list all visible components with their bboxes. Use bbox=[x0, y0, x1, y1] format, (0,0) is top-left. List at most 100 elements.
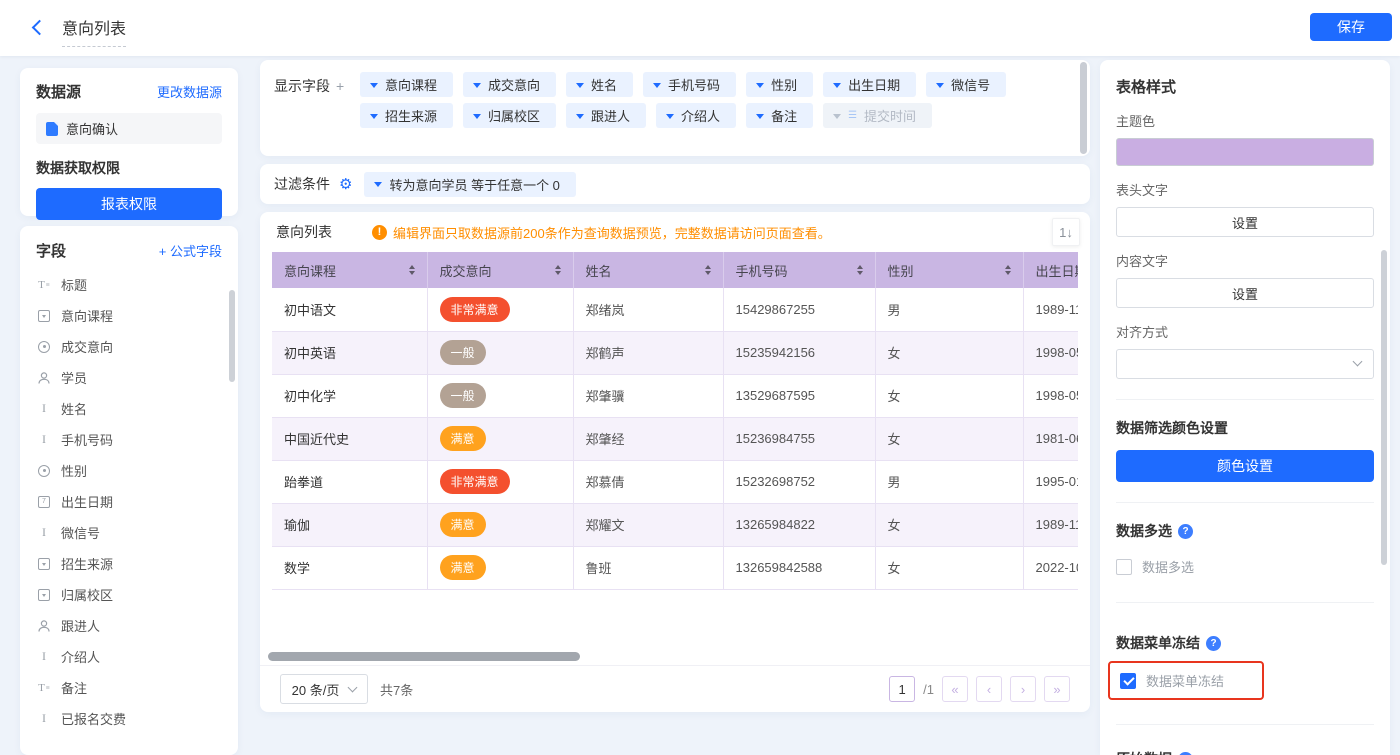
formula-field-link[interactable]: + 公式字段 bbox=[159, 241, 222, 260]
chevron-down-icon bbox=[576, 114, 584, 123]
report-permission-button[interactable]: 报表权限 bbox=[36, 188, 222, 220]
column-header[interactable]: 出生日期 bbox=[1023, 252, 1078, 288]
filter-condition-tag[interactable]: 转为意向学员 等于任意一个 0 bbox=[364, 172, 575, 197]
table-style-panel: 表格样式 主题色 表头文字 设置 内容文字 设置 对齐方式 数据筛选颜色设置 颜… bbox=[1100, 60, 1390, 755]
field-item[interactable]: I已报名交费 bbox=[20, 703, 238, 734]
field-tag[interactable]: 出生日期 bbox=[823, 72, 916, 97]
field-tag[interactable]: 介绍人 bbox=[656, 103, 736, 128]
highlight-red-box: 数据菜单冻结 bbox=[1108, 661, 1264, 700]
select-field-icon bbox=[38, 589, 50, 601]
field-tag[interactable]: 成交意向 bbox=[463, 72, 556, 97]
chevron-down-icon bbox=[473, 83, 481, 92]
menu-freeze-title: 数据菜单冻结 bbox=[1116, 633, 1200, 653]
data-table: 意向课程 成交意向 姓名 手机号码 性别 出生日期 初中语文 非常满意 郑绪岚1… bbox=[272, 252, 1078, 590]
display-fields-label: 显示字段+ bbox=[274, 72, 360, 144]
field-tag[interactable]: 微信号 bbox=[926, 72, 1006, 97]
back-icon[interactable] bbox=[32, 20, 48, 36]
content-text-set-button[interactable]: 设置 bbox=[1116, 278, 1374, 308]
column-header[interactable]: 意向课程 bbox=[272, 252, 427, 288]
field-item[interactable]: 性别 bbox=[20, 455, 238, 486]
raw-data-title: 原始数据 bbox=[1116, 749, 1172, 755]
field-label: 手机号码 bbox=[61, 430, 113, 449]
field-item[interactable]: I介绍人 bbox=[20, 641, 238, 672]
fields-scrollbar[interactable] bbox=[229, 290, 235, 382]
field-item[interactable]: 意向课程 bbox=[20, 300, 238, 331]
column-header[interactable]: 性别 bbox=[875, 252, 1023, 288]
style-panel-scrollbar[interactable] bbox=[1381, 250, 1387, 565]
field-item[interactable]: 出生日期 bbox=[20, 486, 238, 517]
help-icon[interactable]: ? bbox=[1178, 752, 1193, 755]
field-tag[interactable]: 备注 bbox=[746, 103, 813, 128]
add-field-icon[interactable]: + bbox=[336, 78, 344, 94]
field-tag[interactable]: 手机号码 bbox=[643, 72, 736, 97]
field-item[interactable]: I姓名 bbox=[20, 393, 238, 424]
field-item[interactable]: 跟进人 bbox=[20, 610, 238, 641]
prev-page-button[interactable]: ‹ bbox=[976, 676, 1002, 702]
field-item[interactable]: T备注 bbox=[20, 672, 238, 703]
field-tag[interactable]: 性别 bbox=[746, 72, 813, 97]
header-text-set-button[interactable]: 设置 bbox=[1116, 207, 1374, 237]
table-row[interactable]: 初中英语 一般 郑鹤声15235942156女1998-05- bbox=[272, 331, 1078, 374]
multi-select-checkbox[interactable] bbox=[1116, 559, 1132, 575]
next-page-button[interactable]: › bbox=[1010, 676, 1036, 702]
datasource-name: 意向确认 bbox=[66, 119, 118, 138]
menu-freeze-checkbox[interactable] bbox=[1120, 673, 1136, 689]
chevron-down-icon bbox=[666, 114, 674, 123]
field-label: 微信号 bbox=[61, 523, 100, 542]
sort-icon[interactable] bbox=[705, 262, 711, 278]
field-tag[interactable]: 招生来源 bbox=[360, 103, 453, 128]
last-page-button[interactable]: » bbox=[1044, 676, 1070, 702]
column-header[interactable]: 姓名 bbox=[573, 252, 723, 288]
field-tag[interactable]: 意向课程 bbox=[360, 72, 453, 97]
help-icon[interactable]: ? bbox=[1178, 524, 1193, 539]
field-tag-disabled[interactable]: ☰提交时间 bbox=[823, 103, 932, 128]
total-pages: /1 bbox=[923, 682, 934, 697]
field-tag[interactable]: 姓名 bbox=[566, 72, 633, 97]
column-header[interactable]: 手机号码 bbox=[723, 252, 875, 288]
column-header[interactable]: 成交意向 bbox=[427, 252, 573, 288]
chevron-down-icon bbox=[756, 114, 764, 123]
sort-icon[interactable] bbox=[409, 262, 415, 278]
selected-datasource[interactable]: 意向确认 bbox=[36, 113, 222, 144]
table-row[interactable]: 瑜伽 满意 郑耀文13265984822女1989-11- bbox=[272, 503, 1078, 546]
chevron-down-icon bbox=[833, 83, 841, 92]
field-item[interactable]: 成交意向 bbox=[20, 331, 238, 362]
table-row[interactable]: 初中化学 一般 郑肇骥13529687595女1998-05- bbox=[272, 374, 1078, 417]
table-row[interactable]: 初中语文 非常满意 郑绪岚15429867255男1989-11- bbox=[272, 288, 1078, 331]
content-text-label: 内容文字 bbox=[1116, 251, 1374, 270]
sort-icon[interactable] bbox=[555, 262, 561, 278]
save-button[interactable]: 保存 bbox=[1310, 13, 1392, 41]
change-datasource-link[interactable]: 更改数据源 bbox=[157, 82, 222, 101]
sort-icon[interactable] bbox=[1005, 262, 1011, 278]
align-select[interactable] bbox=[1116, 349, 1374, 379]
theme-color-swatch[interactable] bbox=[1116, 138, 1374, 166]
field-item[interactable]: 招生来源 bbox=[20, 548, 238, 579]
page-number-input[interactable]: 1 bbox=[889, 676, 915, 702]
middle-panel-scrollbar[interactable] bbox=[1080, 62, 1087, 154]
table-title: 意向列表 bbox=[276, 222, 332, 242]
field-label: 学员 bbox=[61, 368, 87, 387]
horizontal-scrollbar[interactable] bbox=[268, 652, 580, 661]
sort-order-button[interactable]: 1↓ bbox=[1052, 218, 1080, 246]
table-row[interactable]: 中国近代史 满意 郑肇经15236984755女1981-06- bbox=[272, 417, 1078, 460]
table-row[interactable]: 数学 满意 鲁班132659842588女2022-10- bbox=[272, 546, 1078, 589]
total-count: 共7条 bbox=[380, 680, 413, 699]
header-text-label: 表头文字 bbox=[1116, 180, 1374, 199]
field-tag[interactable]: 跟进人 bbox=[566, 103, 646, 128]
field-item[interactable]: I手机号码 bbox=[20, 424, 238, 455]
field-item[interactable]: T标题 bbox=[20, 269, 238, 300]
field-tag[interactable]: 归属校区 bbox=[463, 103, 556, 128]
chevron-down-icon bbox=[374, 182, 382, 191]
gear-icon[interactable]: ⚙ bbox=[339, 175, 352, 193]
page-size-select[interactable]: 20 条/页 bbox=[280, 674, 368, 704]
field-item[interactable]: I微信号 bbox=[20, 517, 238, 548]
field-item[interactable]: 归属校区 bbox=[20, 579, 238, 610]
chevron-down-icon bbox=[576, 83, 584, 92]
color-setting-button[interactable]: 颜色设置 bbox=[1116, 450, 1374, 482]
satisfaction-badge: 满意 bbox=[440, 426, 486, 451]
first-page-button[interactable]: « bbox=[942, 676, 968, 702]
help-icon[interactable]: ? bbox=[1206, 636, 1221, 651]
sort-icon[interactable] bbox=[857, 262, 863, 278]
table-row[interactable]: 跆拳道 非常满意 郑慕倩15232698752男1995-01- bbox=[272, 460, 1078, 503]
field-item[interactable]: 学员 bbox=[20, 362, 238, 393]
